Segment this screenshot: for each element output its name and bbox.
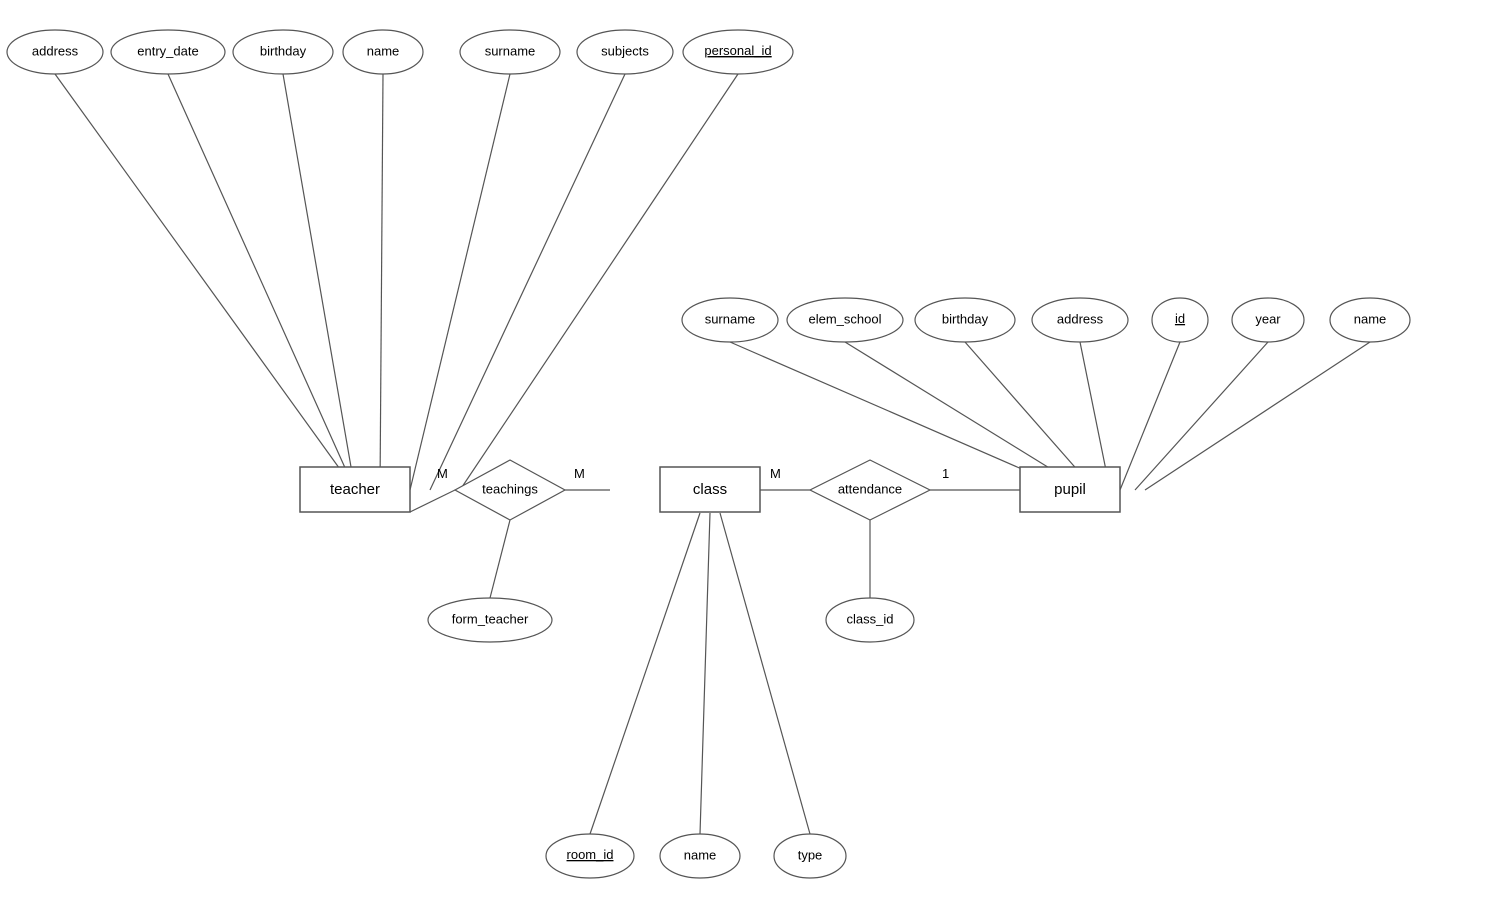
attr-year-label: year	[1255, 311, 1281, 326]
attr-surname-pupil-label: surname	[705, 311, 756, 326]
attr-type-label: type	[798, 847, 823, 862]
attr-elem-school-label: elem_school	[809, 311, 882, 326]
card-teachings-class: M	[574, 466, 585, 481]
attr-birthday-pupil-label: birthday	[942, 311, 989, 326]
card-teacher-teachings: M	[437, 466, 448, 481]
attr-room-id-label: room_id	[567, 847, 614, 862]
attr-form-teacher-label: form_teacher	[452, 611, 529, 626]
rel-teachings-label: teachings	[482, 481, 538, 496]
attr-address-teacher-label: address	[32, 43, 79, 58]
attr-surname-teacher-label: surname	[485, 43, 536, 58]
attr-name-pupil-label: name	[1354, 311, 1387, 326]
attr-subjects-label: subjects	[601, 43, 649, 58]
entity-teacher-label: teacher	[330, 481, 380, 498]
attr-entry-date-label: entry_date	[137, 43, 198, 58]
attr-address-pupil-label: address	[1057, 311, 1104, 326]
card-attendance-pupil: 1	[942, 466, 949, 481]
attr-personal-id-label: personal_id	[704, 43, 771, 58]
attr-class-id-label: class_id	[847, 611, 894, 626]
attr-name-class-label: name	[684, 847, 717, 862]
rel-attendance-label: attendance	[838, 481, 902, 496]
card-class-attendance: M	[770, 466, 781, 481]
attr-id-pupil-label: id	[1175, 311, 1185, 326]
attr-birthday-teacher-label: birthday	[260, 43, 307, 58]
attr-name-teacher-label: name	[367, 43, 400, 58]
entity-pupil-label: pupil	[1054, 481, 1086, 498]
entity-class-label: class	[693, 481, 727, 498]
